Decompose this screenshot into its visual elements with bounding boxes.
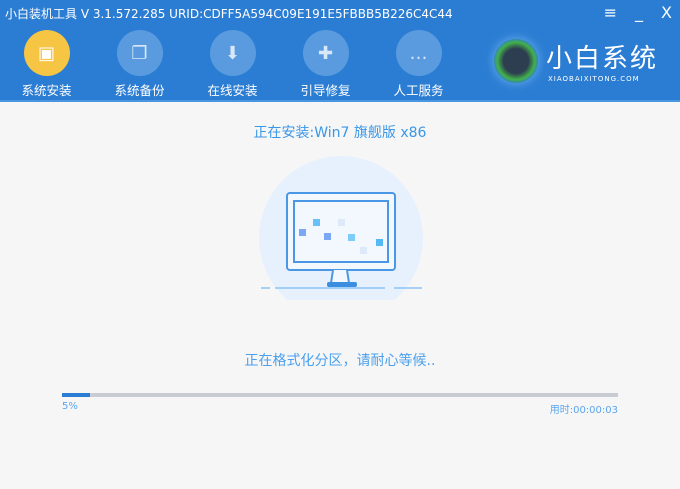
close-button[interactable]: X	[661, 3, 672, 22]
progress-percent: 5%	[62, 401, 78, 412]
logo-icon	[494, 38, 538, 83]
nav-bar: ▣ 系统安装 ❐ 系统备份 ⬇ 在线安装 ✚ 引导修复 … 人工服务	[0, 30, 465, 99]
nav-online-install[interactable]: ⬇ 在线安装	[186, 30, 279, 99]
backup-icon: ❐	[116, 30, 163, 76]
nav-system-backup[interactable]: ❐ 系统备份	[93, 30, 186, 99]
install-status: 正在安装:Win7 旗舰版 x86	[253, 125, 427, 141]
window-title: 小白装机工具 V 3.1.572.285 URID:CDFF5A594C09E1…	[5, 7, 453, 21]
nav-boot-repair[interactable]: ✚ 引导修复	[279, 30, 372, 99]
download-icon: ⬇	[209, 30, 256, 76]
toolbox-icon: ✚	[302, 30, 349, 76]
progress-bar	[62, 393, 618, 397]
menu-icon[interactable]: ≡	[604, 3, 617, 22]
header: 小白装机工具 V 3.1.572.285 URID:CDFF5A594C09E1…	[0, 0, 680, 102]
chat-icon: …	[395, 30, 442, 76]
monitor-illustration	[259, 156, 423, 300]
logo: 小白系统 XIAOBAIXITONG.COM	[494, 38, 658, 83]
nav-support[interactable]: … 人工服务	[372, 30, 465, 99]
elapsed-time: 用时:00:00:03	[549, 405, 618, 416]
nav-system-install[interactable]: ▣ 系统安装	[0, 30, 93, 99]
install-icon: ▣	[23, 30, 70, 76]
progress-message: 正在格式化分区，请耐心等候..	[244, 353, 436, 369]
progress-fill	[62, 393, 90, 397]
minimize-button[interactable]: _	[635, 3, 643, 22]
